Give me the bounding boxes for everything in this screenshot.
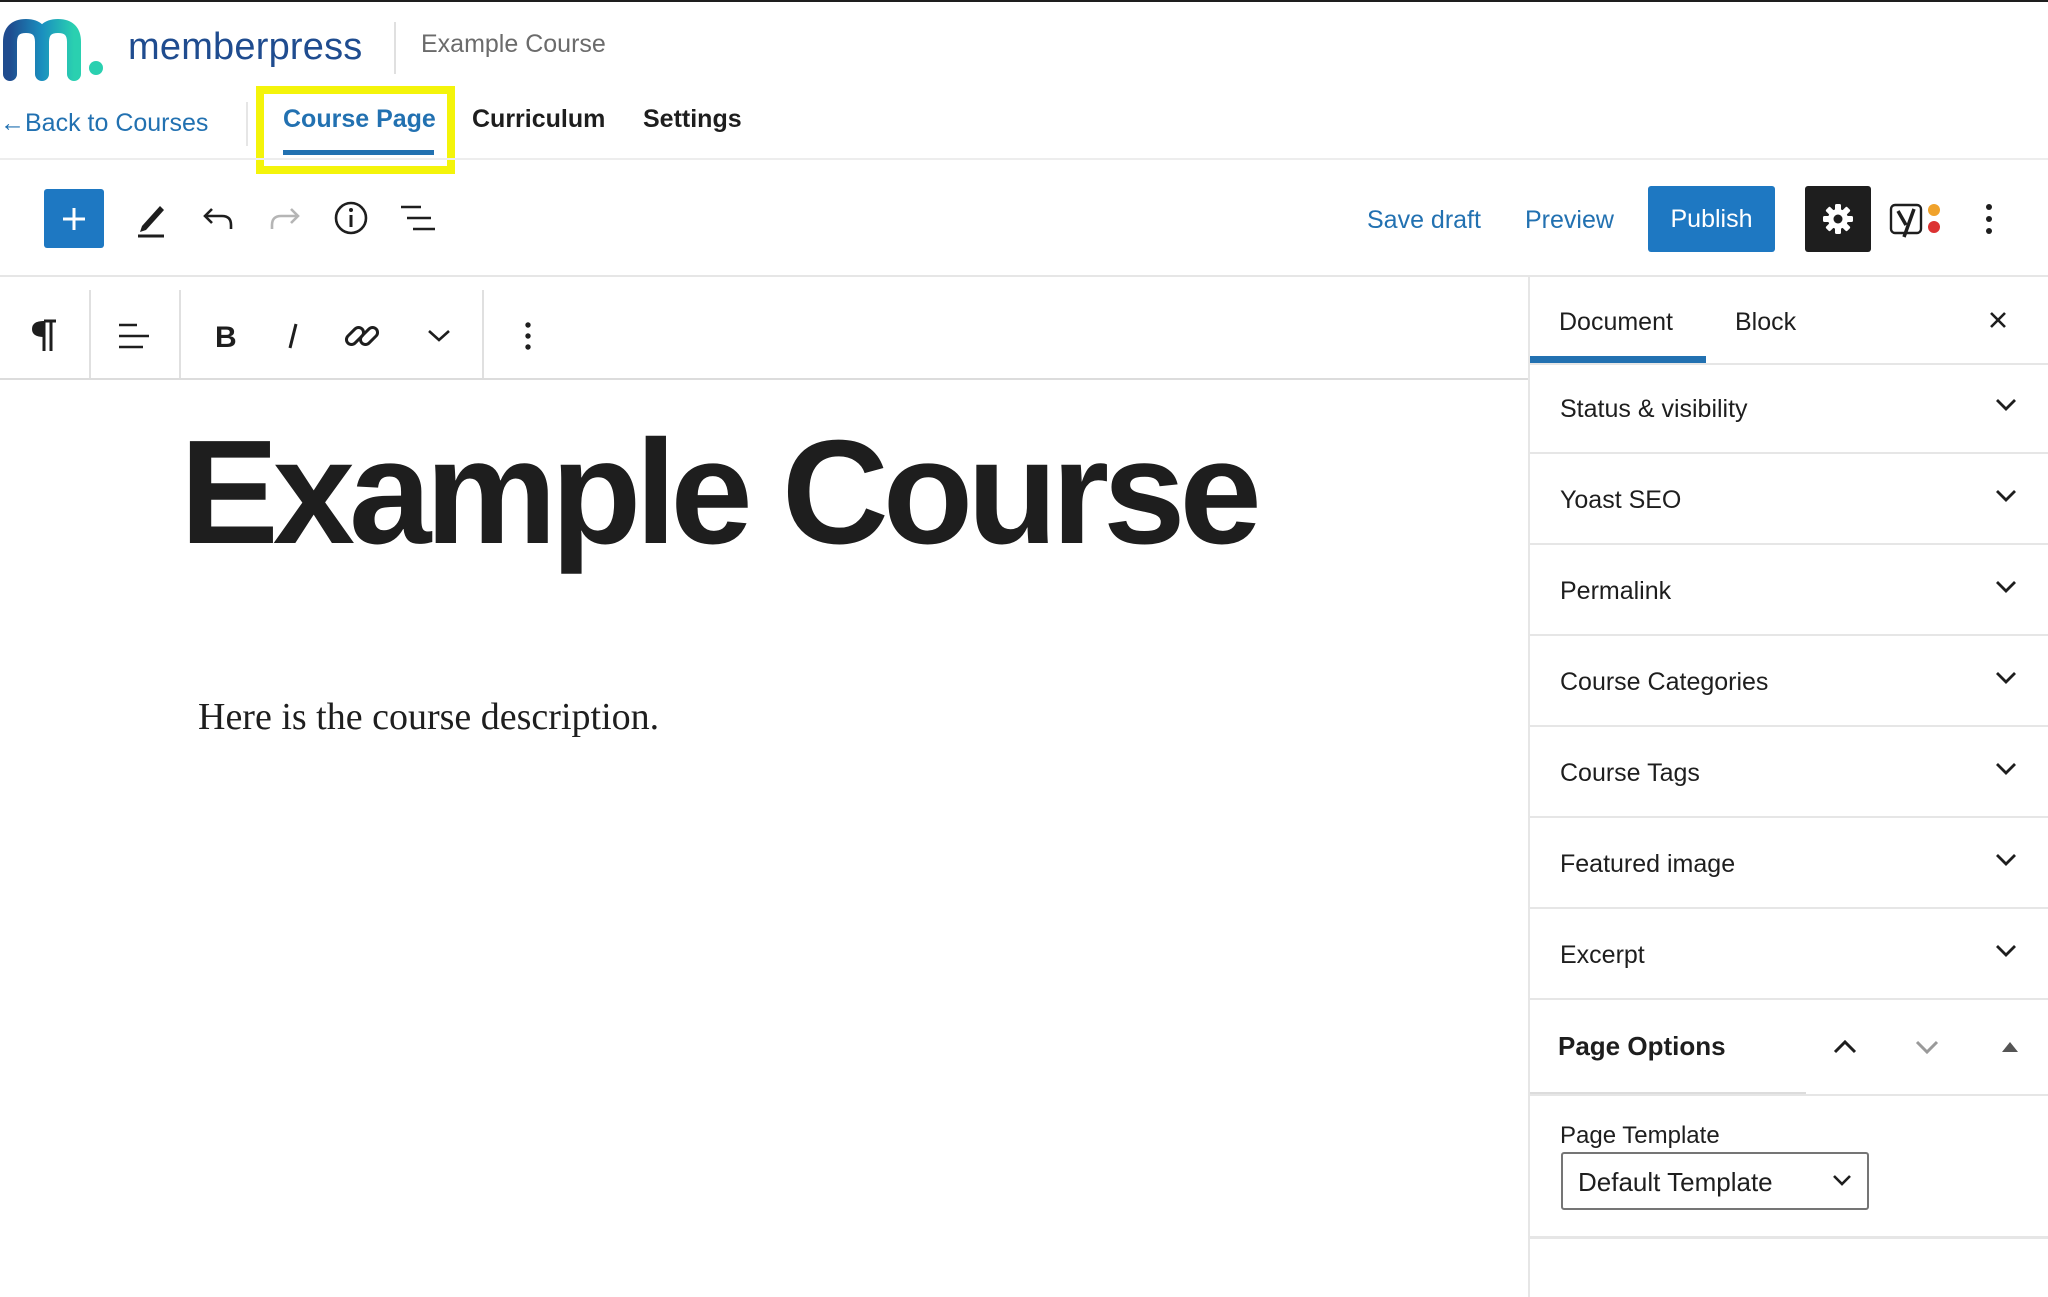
memberpress-logo[interactable]: memberpress bbox=[0, 12, 363, 82]
nav-divider bbox=[246, 102, 248, 146]
page-options-separator bbox=[1530, 1094, 2048, 1096]
chevron-down-icon bbox=[428, 330, 450, 342]
redo-icon bbox=[270, 208, 300, 229]
undo-icon bbox=[203, 208, 233, 229]
active-sidebar-tab-indicator bbox=[1530, 356, 1706, 363]
tab-block[interactable]: Block bbox=[1735, 308, 1796, 337]
header-course-name: Example Course bbox=[421, 30, 606, 58]
header-divider bbox=[394, 22, 396, 74]
close-sidebar-button[interactable] bbox=[1980, 302, 2016, 338]
panel-title: Page Options bbox=[1558, 1031, 1726, 1061]
panel-title: Status & visibility bbox=[1560, 395, 1748, 423]
bold-button[interactable]: B bbox=[197, 305, 253, 367]
block-toolbar-separator bbox=[0, 378, 1528, 380]
page-options-bottom-border bbox=[1530, 1236, 2048, 1239]
more-options-button[interactable] bbox=[1965, 190, 2013, 248]
align-left-icon bbox=[119, 323, 149, 349]
info-icon bbox=[334, 201, 368, 235]
preview-button[interactable]: Preview bbox=[1525, 206, 1614, 235]
italic-button[interactable] bbox=[265, 305, 321, 367]
chevron-down-icon bbox=[1996, 672, 2016, 684]
panel-page-options[interactable]: Page Options bbox=[1530, 1001, 2048, 1093]
panel-title: Excerpt bbox=[1560, 941, 1645, 969]
add-block-button[interactable] bbox=[44, 189, 104, 248]
settings-button[interactable] bbox=[1805, 186, 1871, 252]
back-to-courses-link[interactable]: ←Back to Courses bbox=[0, 109, 208, 138]
triangle-up-icon bbox=[2002, 1042, 2018, 1052]
page-template-value: Default Template bbox=[1578, 1167, 1773, 1197]
post-paragraph[interactable]: Here is the course description. bbox=[198, 695, 659, 739]
paragraph-icon bbox=[32, 319, 56, 351]
italic-icon bbox=[288, 323, 298, 349]
svg-text:B: B bbox=[215, 321, 237, 352]
panel-course-categories[interactable]: Course Categories bbox=[1530, 638, 2048, 727]
tab-document[interactable]: Document bbox=[1559, 308, 1673, 337]
gear-icon bbox=[1823, 204, 1853, 234]
brand-name: memberpress bbox=[128, 25, 363, 68]
tools-button[interactable] bbox=[126, 190, 178, 246]
block-toolbar-divider bbox=[179, 290, 181, 380]
page-template-select[interactable]: Default Template bbox=[1561, 1152, 1869, 1210]
align-button[interactable] bbox=[106, 305, 162, 367]
panel-title: Featured image bbox=[1560, 850, 1736, 878]
chevron-down-icon bbox=[1996, 490, 2016, 502]
panel-title: Course Tags bbox=[1560, 759, 1700, 787]
chevron-down-icon bbox=[1996, 581, 2016, 593]
bold-icon: B bbox=[215, 321, 237, 352]
undo-button[interactable] bbox=[192, 190, 244, 246]
chevron-down-icon bbox=[1915, 1040, 1939, 1055]
pencil-icon bbox=[138, 206, 164, 238]
page-template-label: Page Template bbox=[1560, 1122, 1720, 1149]
publish-button[interactable]: Publish bbox=[1648, 186, 1775, 252]
header-separator bbox=[0, 158, 2048, 160]
block-toolbar-divider bbox=[482, 290, 484, 380]
list-view-button[interactable] bbox=[392, 190, 444, 246]
panel-excerpt[interactable]: Excerpt bbox=[1530, 911, 2048, 1000]
panel-title: Permalink bbox=[1560, 577, 1672, 605]
chevron-down-icon bbox=[1833, 1175, 1851, 1186]
chevron-down-icon bbox=[1996, 945, 2016, 957]
yoast-button[interactable] bbox=[1885, 190, 1947, 248]
save-draft-button[interactable]: Save draft bbox=[1367, 206, 1481, 235]
highlight-box bbox=[256, 86, 455, 174]
panel-title: Course Categories bbox=[1560, 668, 1769, 696]
top-border bbox=[0, 0, 2048, 2]
toolbar-separator bbox=[0, 275, 2048, 277]
more-vertical-icon bbox=[525, 322, 531, 350]
panel-title: Yoast SEO bbox=[1560, 486, 1682, 514]
link-icon bbox=[344, 325, 380, 347]
memberpress-m-icon bbox=[3, 18, 103, 81]
tab-settings[interactable]: Settings bbox=[643, 105, 742, 134]
more-formatting-button[interactable] bbox=[411, 305, 467, 367]
panel-featured-image[interactable]: Featured image bbox=[1530, 820, 2048, 909]
panel-status-visibility[interactable]: Status & visibility bbox=[1530, 365, 2048, 454]
chevron-up-icon bbox=[1833, 1039, 1857, 1054]
post-title[interactable]: Example Course bbox=[180, 408, 1262, 578]
panel-permalink[interactable]: Permalink bbox=[1530, 547, 2048, 636]
block-toolbar-divider bbox=[89, 290, 91, 380]
list-view-icon bbox=[401, 205, 435, 231]
chevron-down-icon bbox=[1996, 399, 2016, 411]
chevron-down-icon bbox=[1996, 854, 2016, 866]
more-vertical-icon bbox=[1986, 204, 1992, 234]
panel-yoast-seo[interactable]: Yoast SEO bbox=[1530, 456, 2048, 545]
tab-curriculum[interactable]: Curriculum bbox=[472, 105, 605, 134]
paragraph-block-button[interactable] bbox=[16, 305, 72, 367]
info-button[interactable] bbox=[325, 190, 377, 246]
link-button[interactable] bbox=[334, 305, 390, 367]
close-icon bbox=[1990, 312, 2006, 328]
panel-course-tags[interactable]: Course Tags bbox=[1530, 729, 2048, 818]
redo-button[interactable] bbox=[259, 190, 311, 246]
yoast-icon bbox=[1889, 203, 1940, 238]
chevron-down-icon bbox=[1996, 763, 2016, 775]
plus-icon bbox=[63, 207, 85, 230]
block-more-options-button[interactable] bbox=[500, 305, 556, 367]
